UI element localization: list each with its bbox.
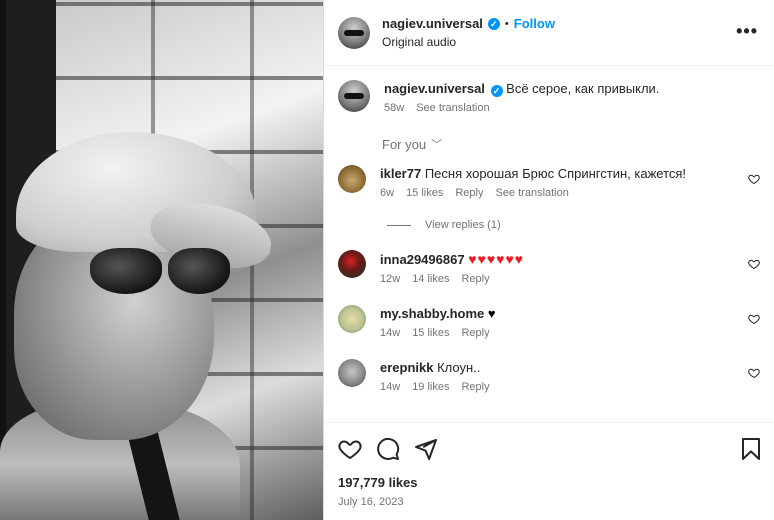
view-replies-line	[387, 224, 411, 226]
comment-likes[interactable]: 14 likes	[412, 273, 449, 285]
commenter-avatar[interactable]	[338, 250, 366, 278]
reply-button[interactable]: Reply	[461, 273, 489, 285]
caption-age: 58w	[384, 102, 405, 114]
comment-text: Клоун..	[437, 360, 481, 375]
share-icon[interactable]	[414, 437, 438, 461]
caption-username[interactable]: nagiev.universal	[384, 81, 485, 96]
see-translation-button[interactable]: See translation	[416, 102, 489, 114]
comment-likes[interactable]: 15 likes	[412, 327, 449, 339]
comment-item: inna29496867 ♥♥♥♥♥♥ 12w 14 likes Reply	[324, 250, 774, 285]
comment-text: Песня хорошая Брюс Спрингстин, кажется!	[424, 166, 687, 181]
comment-likes[interactable]: 15 likes	[406, 187, 443, 199]
comment-age: 14w	[380, 327, 401, 339]
like-comment-heart-icon[interactable]	[748, 258, 760, 270]
comment-text: ♥	[487, 306, 496, 321]
sunglasses-lens-left	[90, 248, 162, 294]
comment-text: ♥♥♥♥♥♥	[468, 251, 525, 267]
verified-badge-icon: ✓	[487, 17, 500, 30]
post-photo[interactable]	[0, 0, 323, 520]
comment-item: ikler77 Песня хорошая Брюс Спрингстин, к…	[324, 165, 774, 199]
comment-likes[interactable]: 19 likes	[412, 381, 449, 393]
sunglasses-lens-right	[168, 248, 230, 294]
comment-age: 14w	[380, 381, 401, 393]
caption-text: Всё серое, как привыкли.	[506, 81, 660, 96]
author-avatar[interactable]	[338, 16, 370, 49]
view-replies-button[interactable]: View replies (1)	[324, 219, 774, 231]
view-replies-label: View replies (1)	[425, 219, 501, 231]
post-details-panel: nagiev.universal ✓ • Follow Original aud…	[323, 0, 774, 520]
post-caption: nagiev.universal ✓ Всё серое, как привык…	[324, 66, 774, 114]
comment-username[interactable]: ikler77	[380, 166, 421, 181]
commenter-avatar[interactable]	[338, 165, 366, 193]
comment-icon[interactable]	[376, 437, 400, 461]
like-comment-heart-icon[interactable]	[748, 313, 760, 325]
post-header: nagiev.universal ✓ • Follow Original aud…	[324, 0, 774, 66]
like-comment-heart-icon[interactable]	[748, 367, 760, 379]
separator-dot: •	[504, 17, 509, 30]
comment-item: erepnikk Клоун.. 14w 19 likes Reply	[324, 359, 774, 393]
verified-badge-icon: ✓	[490, 85, 503, 97]
heart-icon[interactable]	[338, 437, 362, 461]
chevron-down-icon: ﹀	[431, 139, 443, 151]
see-translation-button[interactable]: See translation	[495, 187, 568, 199]
author-username[interactable]: nagiev.universal	[382, 16, 483, 31]
comment-age: 12w	[380, 273, 401, 285]
caption-avatar[interactable]	[338, 80, 370, 112]
comment-username[interactable]: inna29496867	[380, 252, 465, 267]
comment-age: 6w	[380, 187, 395, 199]
comment-username[interactable]: erepnikk	[380, 360, 433, 375]
reply-button[interactable]: Reply	[455, 187, 483, 199]
like-comment-heart-icon[interactable]	[748, 173, 760, 185]
more-options-icon[interactable]: •••	[736, 22, 758, 40]
comment-username[interactable]: my.shabby.home	[380, 306, 484, 321]
follow-button[interactable]: Follow	[514, 16, 555, 31]
audio-link[interactable]: Original audio	[382, 35, 555, 49]
post-date: July 16, 2023	[338, 496, 404, 508]
for-you-dropdown[interactable]: For you ﹀	[324, 114, 774, 152]
comment-item: my.shabby.home ♥ 14w 15 likes Reply	[324, 305, 774, 339]
post-actions: 197,779 likes July 16, 2023	[324, 422, 774, 520]
author-info: nagiev.universal ✓ • Follow Original aud…	[382, 16, 555, 49]
bookmark-icon[interactable]	[740, 437, 762, 461]
likes-count[interactable]: 197,779 likes	[324, 461, 774, 490]
for-you-label: For you	[382, 136, 427, 152]
reply-button[interactable]: Reply	[461, 327, 489, 339]
reply-button[interactable]: Reply	[461, 381, 489, 393]
commenter-avatar[interactable]	[338, 305, 366, 333]
commenter-avatar[interactable]	[338, 359, 366, 387]
